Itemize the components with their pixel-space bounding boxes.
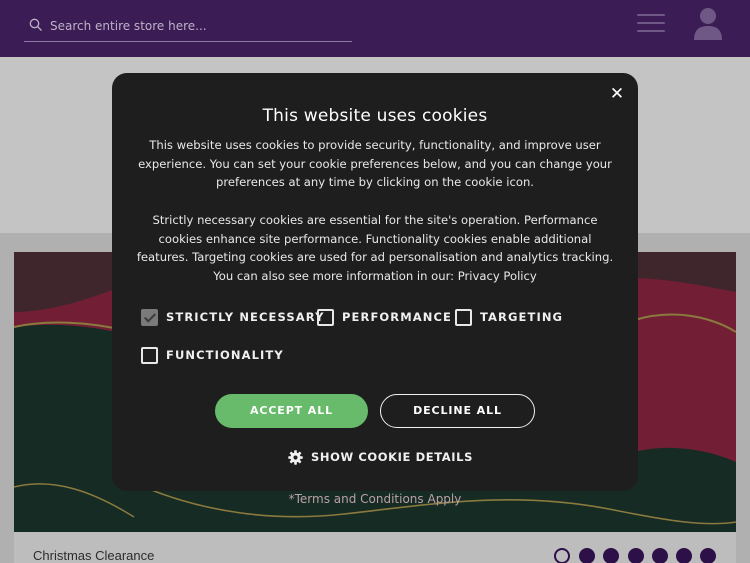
carousel-dot[interactable]: [652, 548, 668, 563]
cookie-types-description: Strictly necessary cookies are essential…: [136, 213, 614, 284]
details-label: SHOW COOKIE DETAILS: [311, 450, 473, 464]
product-row-title: Christmas Clearance: [33, 548, 155, 563]
search-icon: [29, 18, 42, 31]
search-input[interactable]: [50, 16, 340, 36]
search-bar[interactable]: [24, 13, 352, 42]
targeting-checkbox[interactable]: [455, 309, 472, 326]
checkbox-label: PERFORMANCE: [342, 310, 452, 324]
hamburger-menu-icon[interactable]: [637, 12, 667, 34]
cookie-types-text: Strictly necessary cookies are essential…: [134, 211, 616, 286]
checkbox-label: STRICTLY NECESSARY: [166, 310, 325, 324]
decline-all-button[interactable]: DECLINE ALL: [380, 394, 535, 428]
carousel-dot[interactable]: [700, 548, 716, 563]
carousel-dot[interactable]: [676, 548, 692, 563]
performance-checkbox[interactable]: [317, 309, 334, 326]
carousel-dot[interactable]: [579, 548, 595, 563]
cookie-consent-dialog: ✕ This website uses cookies This website…: [112, 73, 638, 491]
privacy-policy-link[interactable]: Privacy Policy: [458, 269, 537, 283]
checkbox-label: FUNCTIONALITY: [166, 348, 284, 362]
user-account-icon[interactable]: [692, 6, 724, 42]
close-icon[interactable]: ✕: [607, 84, 627, 104]
cookie-intro-text: This website uses cookies to provide sec…: [138, 138, 612, 190]
dialog-title: This website uses cookies: [262, 106, 488, 126]
carousel-dot[interactable]: [628, 548, 644, 563]
checkbox-label: TARGETING: [480, 310, 564, 324]
strictly-necessary-checkbox: [141, 309, 158, 326]
carousel-dot[interactable]: [603, 548, 619, 563]
product-row: Christmas Clearance: [14, 532, 736, 563]
gear-icon: [288, 450, 303, 465]
carousel-dot[interactable]: [554, 548, 570, 563]
site-header: [0, 0, 750, 57]
functionality-checkbox[interactable]: [141, 347, 158, 364]
terms-text: *Terms and Conditions Apply: [288, 492, 462, 506]
accept-all-button[interactable]: ACCEPT ALL: [215, 394, 368, 428]
